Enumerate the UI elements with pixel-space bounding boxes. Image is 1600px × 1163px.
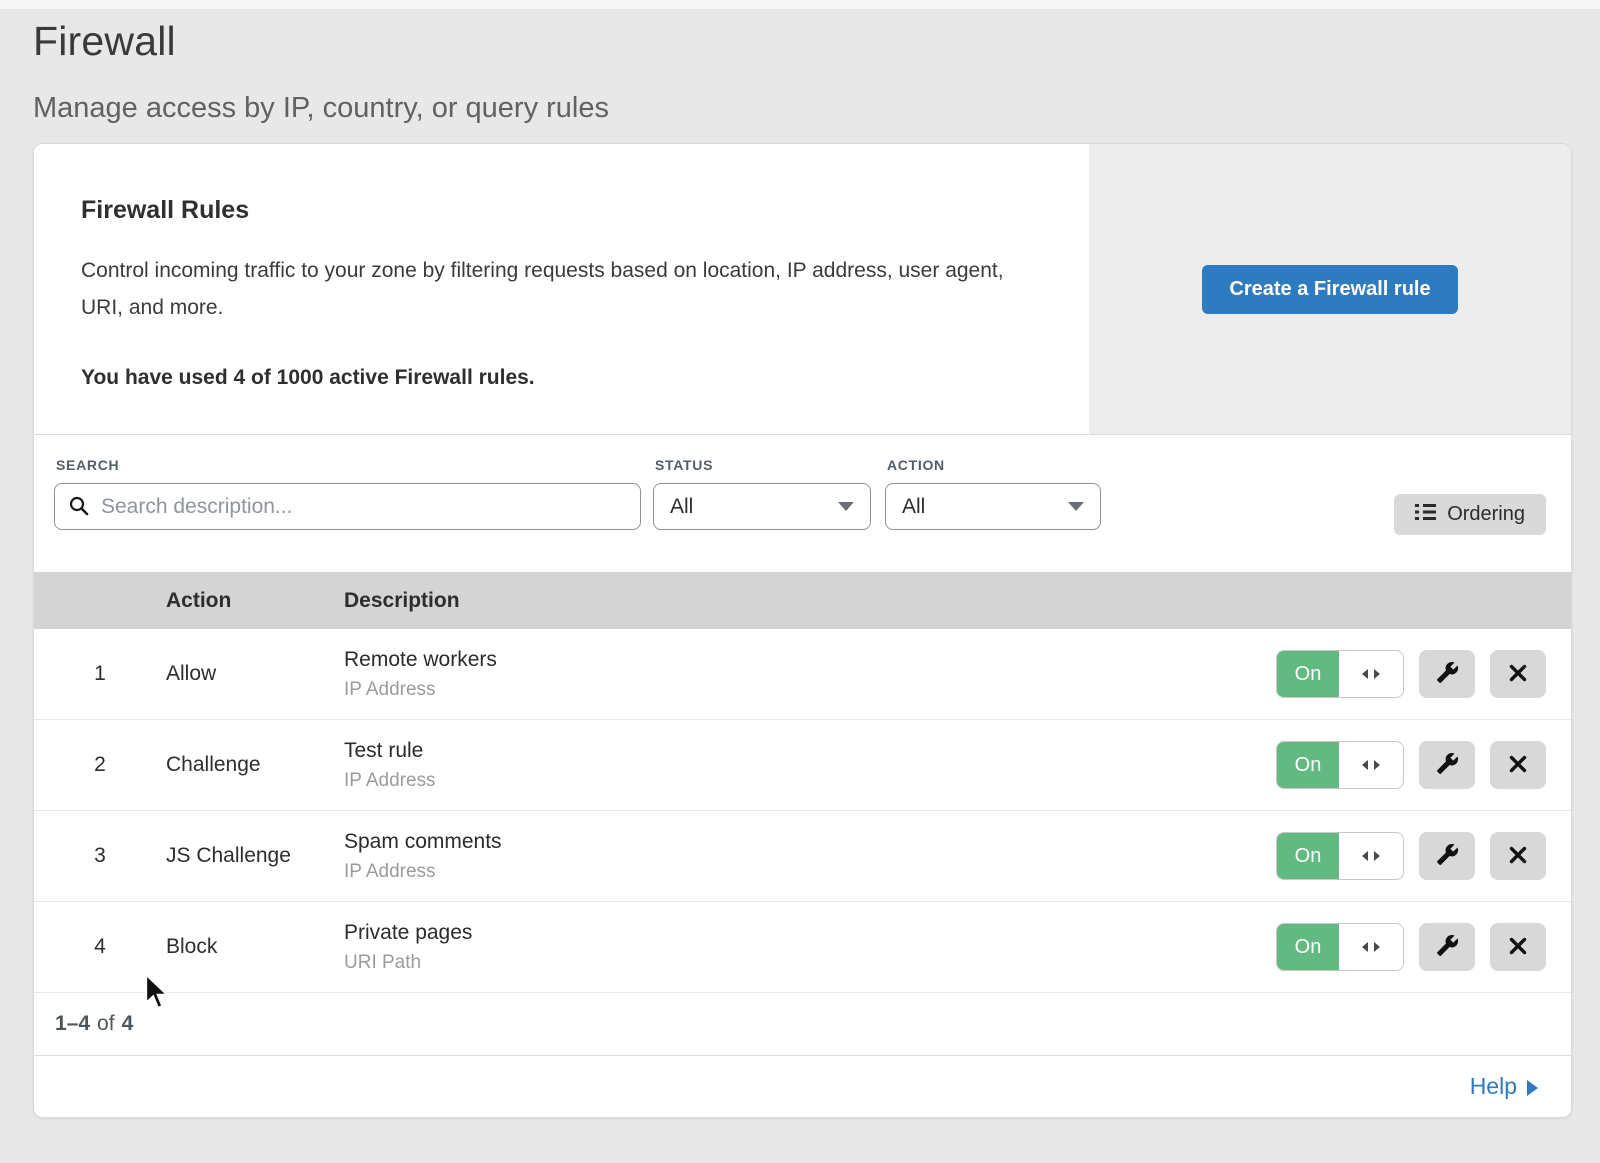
rule-priority: 1 [34, 662, 166, 686]
rule-action: Challenge [166, 753, 344, 777]
help-arrow-icon [1527, 1080, 1538, 1096]
rule-action: Block [166, 935, 344, 959]
wrench-icon [1436, 843, 1459, 869]
search-label: SEARCH [56, 457, 641, 473]
help-row: Help [34, 1056, 1571, 1117]
page-header: Firewall Manage access by IP, country, o… [0, 0, 1600, 125]
rule-priority: 2 [34, 753, 166, 777]
edit-rule-button[interactable] [1419, 923, 1475, 971]
rule-enabled-toggle[interactable]: On [1276, 741, 1404, 789]
action-column-header: Action [166, 589, 344, 613]
table-row: 3 JS Challenge Spam comments IP Address … [34, 811, 1571, 902]
pagination: 1–4 of 4 [34, 993, 1571, 1056]
rule-priority: 3 [34, 844, 166, 868]
edit-rule-button[interactable] [1419, 650, 1475, 698]
rule-description: Private pages [344, 921, 1276, 945]
delete-rule-button[interactable] [1490, 650, 1546, 698]
toggle-on-label: On [1277, 833, 1339, 879]
rule-description: Test rule [344, 739, 1276, 763]
edit-rule-button[interactable] [1419, 741, 1475, 789]
chevron-down-icon [838, 502, 854, 511]
description-column-header: Description [344, 589, 1571, 613]
page-subtitle: Manage access by IP, country, or query r… [33, 92, 1600, 125]
toggle-on-label: On [1277, 651, 1339, 697]
chevron-down-icon [1068, 502, 1084, 511]
rule-field: URI Path [344, 952, 1276, 974]
toggle-arrows-icon [1339, 924, 1403, 970]
usage-note: You have used 4 of 1000 active Firewall … [81, 366, 1029, 390]
toggle-on-label: On [1277, 924, 1339, 970]
close-icon [1509, 755, 1527, 776]
delete-rule-button[interactable] [1490, 832, 1546, 880]
pagination-range: 1–4 [55, 1012, 90, 1036]
delete-rule-button[interactable] [1490, 741, 1546, 789]
help-link[interactable]: Help [1470, 1073, 1538, 1100]
rule-field: IP Address [344, 861, 1276, 883]
action-select[interactable]: All [885, 483, 1101, 530]
toggle-arrows-icon [1339, 833, 1403, 879]
action-label: ACTION [887, 457, 1101, 473]
rule-field: IP Address [344, 679, 1276, 701]
action-filter-group: ACTION All [885, 457, 1101, 530]
delete-rule-button[interactable] [1490, 923, 1546, 971]
help-link-label: Help [1470, 1073, 1517, 1100]
toggle-arrows-icon [1339, 742, 1403, 788]
create-firewall-rule-button[interactable]: Create a Firewall rule [1202, 265, 1457, 314]
info-section: Firewall Rules Control incoming traffic … [34, 144, 1571, 435]
ordering-button[interactable]: Ordering [1394, 494, 1546, 535]
pagination-total: 4 [122, 1012, 134, 1036]
close-icon [1509, 846, 1527, 867]
close-icon [1509, 664, 1527, 685]
wrench-icon [1436, 661, 1459, 687]
wrench-icon [1436, 934, 1459, 960]
create-rule-panel: Create a Firewall rule [1089, 144, 1571, 434]
info-title: Firewall Rules [81, 196, 1029, 225]
rule-action: JS Challenge [166, 844, 344, 868]
table-row: 2 Challenge Test rule IP Address On [34, 720, 1571, 811]
ordering-button-label: Ordering [1447, 503, 1525, 526]
toggle-arrows-icon [1339, 651, 1403, 697]
rule-enabled-toggle[interactable]: On [1276, 832, 1404, 880]
rule-description: Remote workers [344, 648, 1276, 672]
table-row: 4 Block Private pages URI Path On [34, 902, 1571, 993]
action-selected-value: All [902, 495, 925, 519]
search-input[interactable] [54, 483, 641, 530]
table-row: 1 Allow Remote workers IP Address On [34, 629, 1571, 720]
status-selected-value: All [670, 495, 693, 519]
page-title: Firewall [33, 18, 1600, 65]
rule-field: IP Address [344, 770, 1276, 792]
info-text-panel: Firewall Rules Control incoming traffic … [34, 144, 1089, 434]
close-icon [1509, 937, 1527, 958]
wrench-icon [1436, 752, 1459, 778]
rule-enabled-toggle[interactable]: On [1276, 650, 1404, 698]
status-label: STATUS [655, 457, 871, 473]
status-filter-group: STATUS All [653, 457, 871, 530]
pagination-of: of [97, 1012, 115, 1036]
table-header: Action Description [34, 572, 1571, 629]
status-select[interactable]: All [653, 483, 871, 530]
rule-action: Allow [166, 662, 344, 686]
info-description: Control incoming traffic to your zone by… [81, 252, 1029, 326]
edit-rule-button[interactable] [1419, 832, 1475, 880]
rule-priority: 4 [34, 935, 166, 959]
search-filter-group: SEARCH [54, 457, 641, 530]
firewall-rules-card: Firewall Rules Control incoming traffic … [33, 143, 1572, 1118]
rule-enabled-toggle[interactable]: On [1276, 923, 1404, 971]
toggle-on-label: On [1277, 742, 1339, 788]
ordered-list-icon [1415, 503, 1436, 527]
filter-bar: SEARCH STATUS All ACTION All [34, 435, 1571, 572]
rule-description: Spam comments [344, 830, 1276, 854]
